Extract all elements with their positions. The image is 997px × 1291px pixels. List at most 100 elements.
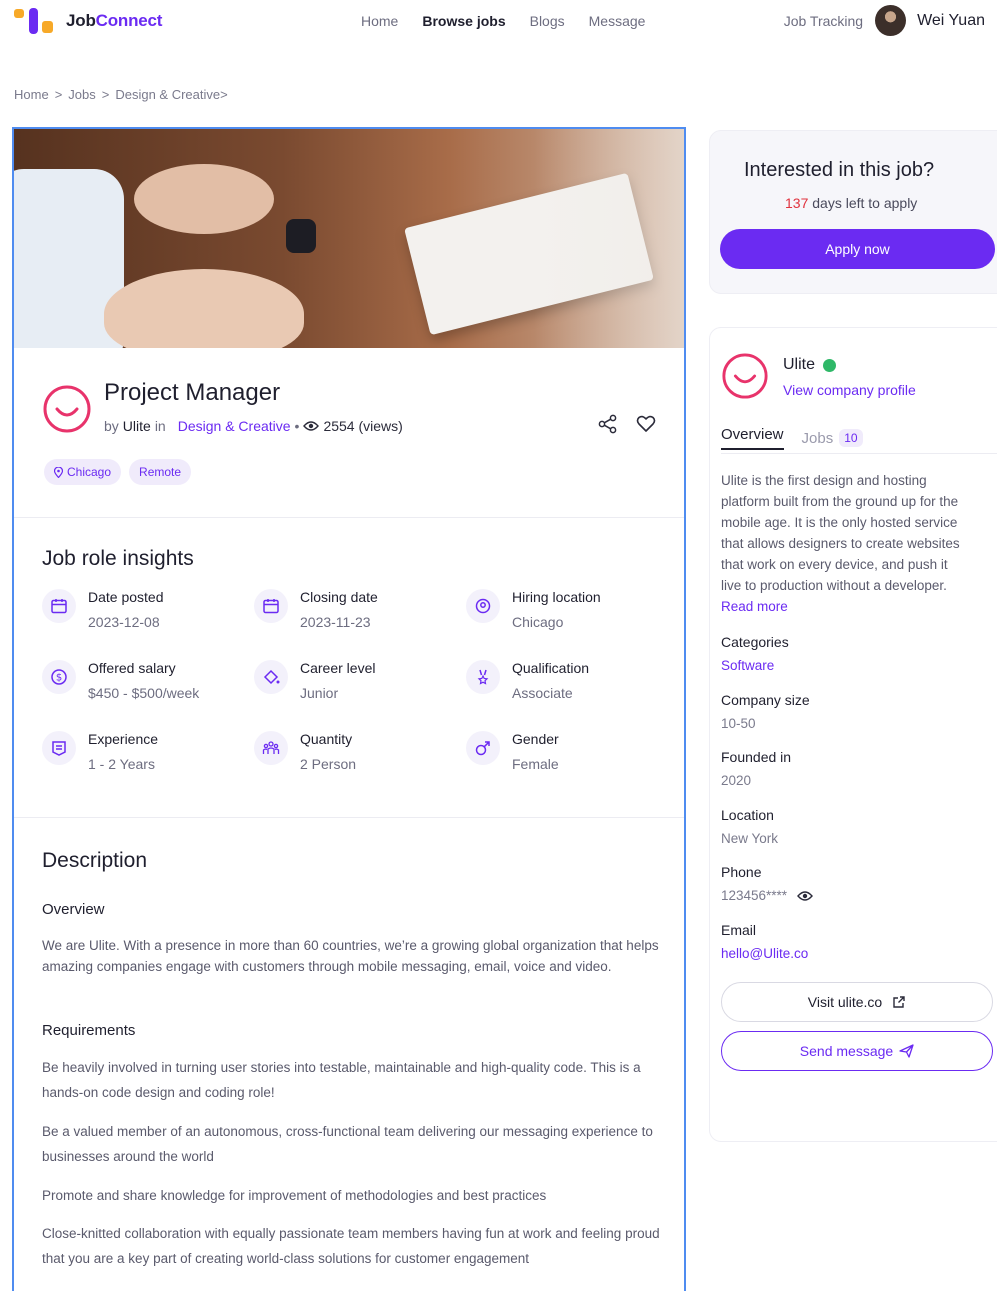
brand-name: JobConnect (66, 11, 163, 30)
visit-website-button[interactable]: Visit ulite.co (721, 982, 993, 1022)
top-header: JobConnect Home Browse jobs Blogs Messag… (0, 0, 997, 44)
insight-experience: Experience 1 - 2 Years (42, 731, 254, 774)
requirement-item: Be a valued member of an autonomous, cro… (42, 1124, 653, 1164)
field-label: Location (721, 807, 774, 823)
job-tags: Chicago Remote (44, 459, 192, 485)
apply-title: Interested in this job? (744, 159, 935, 181)
job-title: Project Manager (104, 379, 281, 406)
company-logo-icon (722, 353, 768, 399)
view-company-profile-link[interactable]: View company profile (783, 382, 916, 398)
about-line: mobile age. It is the only hosted servic… (721, 515, 958, 530)
insight-label: Hiring location (512, 589, 601, 605)
company-about: Ulite is the first design and hosting pl… (721, 470, 997, 617)
days-suffix: days left to apply (812, 195, 918, 211)
insight-label: Date posted (88, 589, 164, 605)
phone-value: 123456**** (721, 888, 814, 903)
logo-mark-icon (14, 8, 56, 34)
requirement-item: Promote and share knowledge for improvem… (42, 1188, 547, 1203)
nav-browse-jobs[interactable]: Browse jobs (422, 13, 505, 29)
about-line: that work on every device, and push it (721, 557, 948, 572)
insight-value: 1 - 2 Years (88, 756, 155, 772)
company-name: Ulite (783, 356, 816, 373)
insight-label: Quantity (300, 731, 353, 747)
tag-location-label: Chicago (67, 465, 112, 479)
nav-blogs[interactable]: Blogs (530, 13, 565, 29)
insight-quantity: Quantity 2 Person (254, 731, 466, 774)
insight-offered-salary: $ Offered salary $450 - $500/week (42, 660, 254, 703)
breadcrumb: Home > Jobs > Design & Creative> (14, 87, 228, 102)
jobs-count-badge: 10 (839, 429, 863, 447)
field-label: Founded in (721, 749, 792, 765)
breadcrumb-design-creative[interactable]: Design & Creative> (115, 87, 227, 102)
insight-gender: Gender Female (466, 731, 662, 774)
location-pin-icon (466, 589, 500, 623)
eye-icon[interactable] (797, 890, 814, 902)
about-line: that allows designers to create websites (721, 536, 960, 551)
insight-value: 2023-11-23 (300, 614, 371, 630)
field-label: Phone (721, 864, 762, 880)
apply-now-button[interactable]: Apply now (720, 229, 995, 269)
breadcrumb-separator: > (54, 87, 63, 102)
breadcrumb-jobs[interactable]: Jobs (68, 87, 95, 102)
insight-closing-date: Closing date 2023-11-23 (254, 589, 466, 632)
read-more-link[interactable]: Read more (721, 596, 997, 617)
email-value[interactable]: hello@Ulite.co (721, 946, 808, 961)
categories-value[interactable]: Software (721, 658, 774, 673)
document-list-icon (42, 731, 76, 765)
insight-label: Qualification (512, 660, 590, 676)
breadcrumb-home[interactable]: Home (14, 87, 49, 102)
tab-overview[interactable]: Overview (721, 426, 784, 450)
about-line: live to production without a developer. (721, 578, 947, 593)
user-name[interactable]: Wei Yuan (917, 12, 985, 30)
description-title: Description (42, 849, 148, 872)
company-title: Ulite (783, 356, 837, 374)
phone-number: 123456**** (721, 888, 788, 903)
views-text: 2554 (views) (323, 418, 403, 434)
apply-card: Interested in this job? 137 days left to… (709, 130, 997, 294)
insights-title: Job role insights (42, 547, 194, 570)
insights-grid: Date posted 2023-12-08 Closing date 2023-1… (42, 589, 662, 774)
company-name[interactable]: Ulite (123, 418, 151, 434)
insight-value: Female (512, 756, 559, 772)
insight-hiring-location: Hiring location Chicago (466, 589, 662, 632)
paint-bucket-icon (254, 660, 288, 694)
insight-label: Gender (512, 731, 559, 747)
insight-date-posted: Date posted 2023-12-08 (42, 589, 254, 632)
insight-label: Offered salary (88, 660, 176, 676)
share-icon[interactable] (598, 414, 618, 434)
user-area: Job Tracking Wei Yuan (784, 5, 985, 36)
overview-text: We are Ulite. With a presence in more th… (42, 938, 659, 974)
insight-qualification: Qualification Associate (466, 660, 662, 703)
nav-home[interactable]: Home (361, 13, 398, 29)
insight-value: Chicago (512, 614, 564, 630)
insight-value: 2023-12-08 (88, 614, 160, 630)
days-left: 137 days left to apply (785, 195, 917, 211)
tab-divider (721, 453, 997, 454)
avatar[interactable] (875, 5, 907, 36)
overview-subtitle: Overview (42, 901, 105, 918)
requirements-subtitle: Requirements (42, 1022, 136, 1039)
field-label: Company size (721, 692, 810, 708)
people-group-icon (254, 731, 288, 765)
dollar-coin-icon: $ (42, 660, 76, 694)
field-label: Categories (721, 634, 789, 650)
send-message-button[interactable]: Send message (721, 1031, 993, 1071)
tab-jobs[interactable]: Jobs 10 (802, 426, 863, 450)
heart-icon[interactable] (636, 414, 656, 434)
company-size-value: 10-50 (721, 716, 756, 731)
nav-job-tracking[interactable]: Job Tracking (784, 13, 863, 29)
nav-message[interactable]: Message (589, 13, 646, 29)
tag-remote[interactable]: Remote (129, 459, 192, 485)
brand-logo[interactable]: JobConnect (14, 8, 162, 34)
insight-value: $450 - $500/week (88, 685, 200, 701)
job-meta: by Ulite in Design & Creative • 2554 (vi… (104, 418, 403, 434)
meta-dot: • (294, 418, 300, 434)
founded-value: 2020 (721, 773, 752, 788)
divider (14, 517, 684, 518)
insight-value: 2 Person (300, 756, 357, 772)
send-paper-plane-icon (899, 1044, 914, 1058)
insight-career-level: Career level Junior (254, 660, 466, 703)
category-link[interactable]: Design & Creative (178, 418, 291, 434)
tag-location[interactable]: Chicago (44, 459, 122, 485)
eye-icon (303, 421, 320, 431)
